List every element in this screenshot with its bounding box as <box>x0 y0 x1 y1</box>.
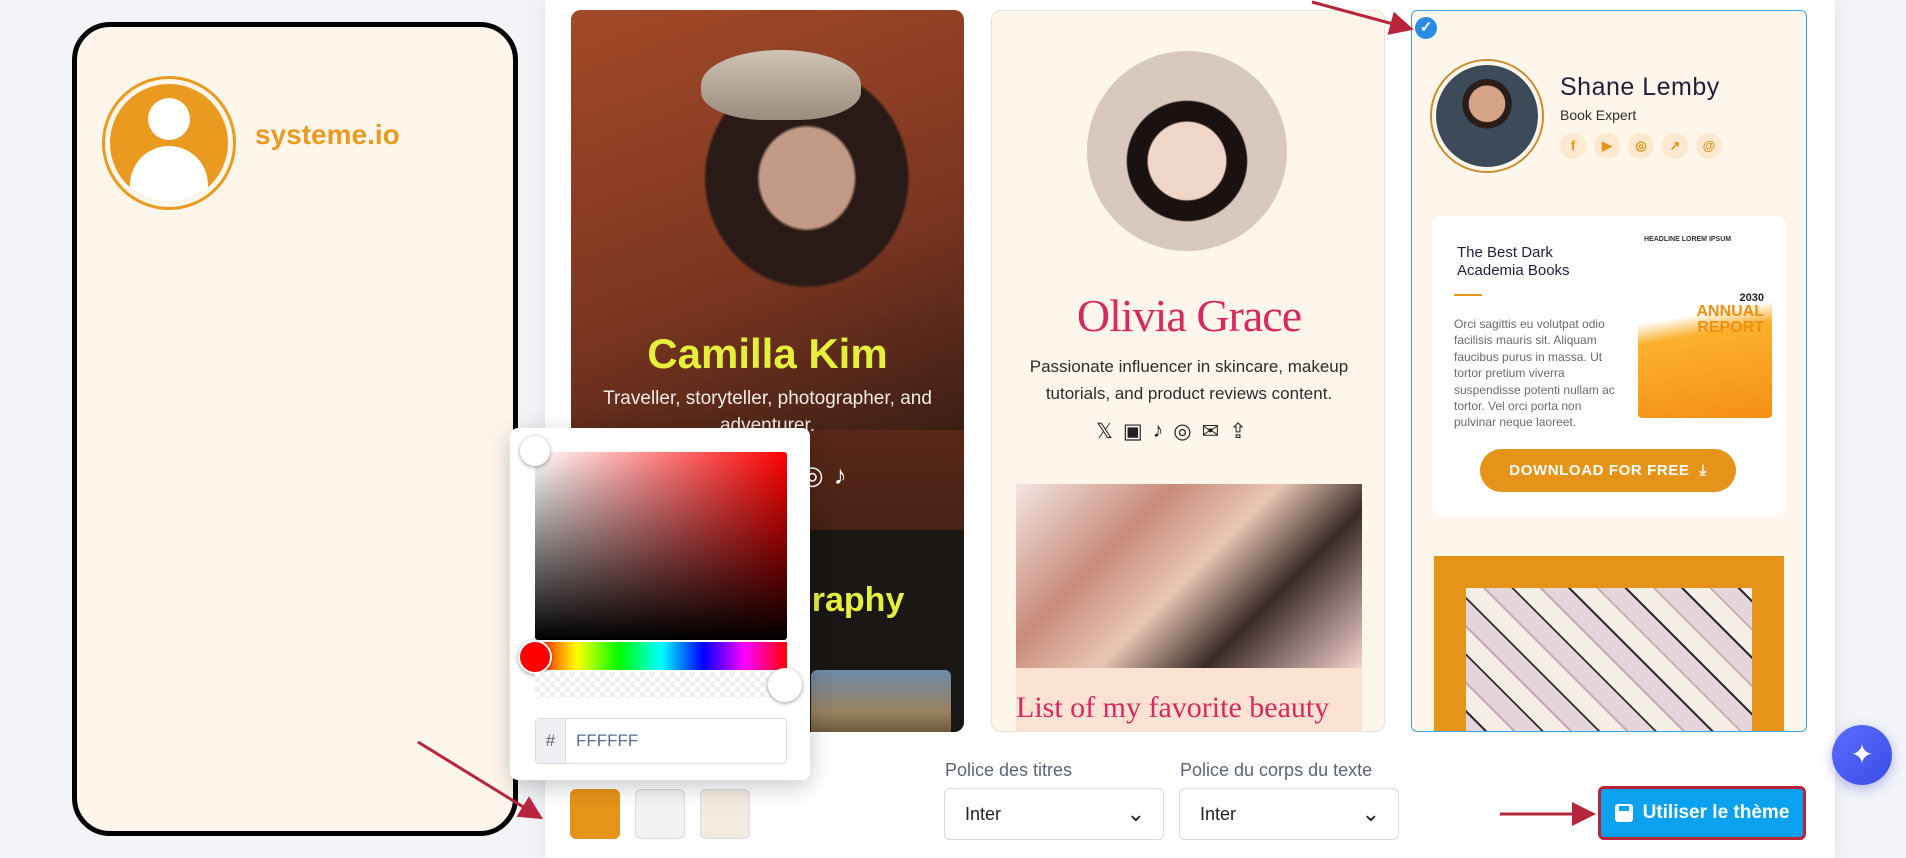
hue-slider[interactable] <box>535 642 787 670</box>
profile-photo <box>1432 61 1542 171</box>
hex-field: # <box>535 718 787 764</box>
body-font-label: Police du corps du texte <box>1180 760 1373 780</box>
makeup-image <box>1016 484 1362 668</box>
color-swatch-background[interactable] <box>700 789 750 839</box>
at-icon: @ <box>1696 133 1722 159</box>
x-icon: 𝕏 <box>1096 420 1113 443</box>
tiktok-icon: ♪ <box>1152 419 1164 442</box>
instagram-icon: ◎ <box>1628 133 1654 159</box>
theme-description: Passionate influencer in skincare, makeu… <box>1029 357 1349 403</box>
share-icon: ⇪ <box>1229 420 1247 443</box>
gallery-block <box>1434 556 1784 731</box>
saturation-handle[interactable] <box>520 436 550 466</box>
facebook-icon: f <box>1560 133 1586 159</box>
download-icon: ⤓ <box>1699 462 1707 479</box>
ebook-text: Orci sagittis eu volutpat odio facilisis… <box>1454 317 1615 430</box>
social-icons: 𝕏 ▣ ♪ ◎ ✉ ⇪ <box>1096 419 1247 444</box>
avatar-icon <box>105 79 233 207</box>
hash-label: # <box>536 719 566 763</box>
theme-card-shane[interactable]: Shane Lemby Book Expert f ▶ ◎ ↗ @ The Be… <box>1411 10 1807 732</box>
theme-name: Shane Lemby <box>1560 73 1720 101</box>
ebook-block: The Best Dark Academia Books Orci sagitt… <box>1432 216 1786 516</box>
saturation-area[interactable] <box>535 452 787 640</box>
chevron-down-icon: ⌄ <box>1126 801 1145 826</box>
alpha-slider[interactable] <box>535 672 787 698</box>
title-font-select[interactable]: Inter ⌄ <box>944 788 1164 840</box>
theme-role: Book Expert <box>1560 107 1637 123</box>
save-icon <box>1614 804 1633 822</box>
hue-handle[interactable] <box>518 640 552 674</box>
phone-preview: systeme.io <box>72 22 518 836</box>
selected-check-icon: ✓ <box>1413 15 1439 41</box>
theme-name: Camilla Kim <box>647 330 888 377</box>
use-theme-button[interactable]: Utiliser le thème <box>1598 786 1806 840</box>
alpha-handle[interactable] <box>768 668 802 702</box>
color-picker: # <box>510 428 810 780</box>
brand-name: systeme.io <box>255 119 400 150</box>
ai-assistant-button[interactable]: ✦ <box>1832 725 1892 785</box>
chevron-down-icon: ⌄ <box>1361 801 1380 826</box>
landscape-image <box>811 670 951 732</box>
instagram-icon: ◎ <box>1173 420 1192 443</box>
mail-icon: ✉ <box>1201 420 1220 443</box>
theme-card-olivia[interactable]: Olivia Grace Passionate influencer in sk… <box>991 10 1385 732</box>
external-link-icon: ↗ <box>1662 133 1688 159</box>
report-cover: HEADLINE LOREM IPSUM 2030 ANNUAL REPORT <box>1638 228 1772 418</box>
ebook-title: The Best Dark Academia Books <box>1457 244 1570 279</box>
profile-photo <box>1087 51 1287 251</box>
hex-input[interactable] <box>576 719 776 763</box>
tiktok-icon: ♪ <box>833 460 847 490</box>
theme-name: Olivia Grace <box>1076 290 1302 341</box>
body-font-select[interactable]: Inter ⌄ <box>1179 788 1399 840</box>
color-swatch-secondary[interactable] <box>635 789 685 839</box>
title-font-label: Police des titres <box>945 760 1073 780</box>
list-title: List of my favorite beauty <box>1016 691 1330 724</box>
twitch-icon: ▣ <box>1122 420 1143 443</box>
color-swatch-primary[interactable] <box>570 789 620 839</box>
social-icons: f ▶ ◎ ↗ @ <box>1560 133 1722 159</box>
youtube-icon: ▶ <box>1594 133 1620 159</box>
download-button[interactable]: DOWNLOAD FOR FREE ⤓ <box>1480 449 1736 492</box>
